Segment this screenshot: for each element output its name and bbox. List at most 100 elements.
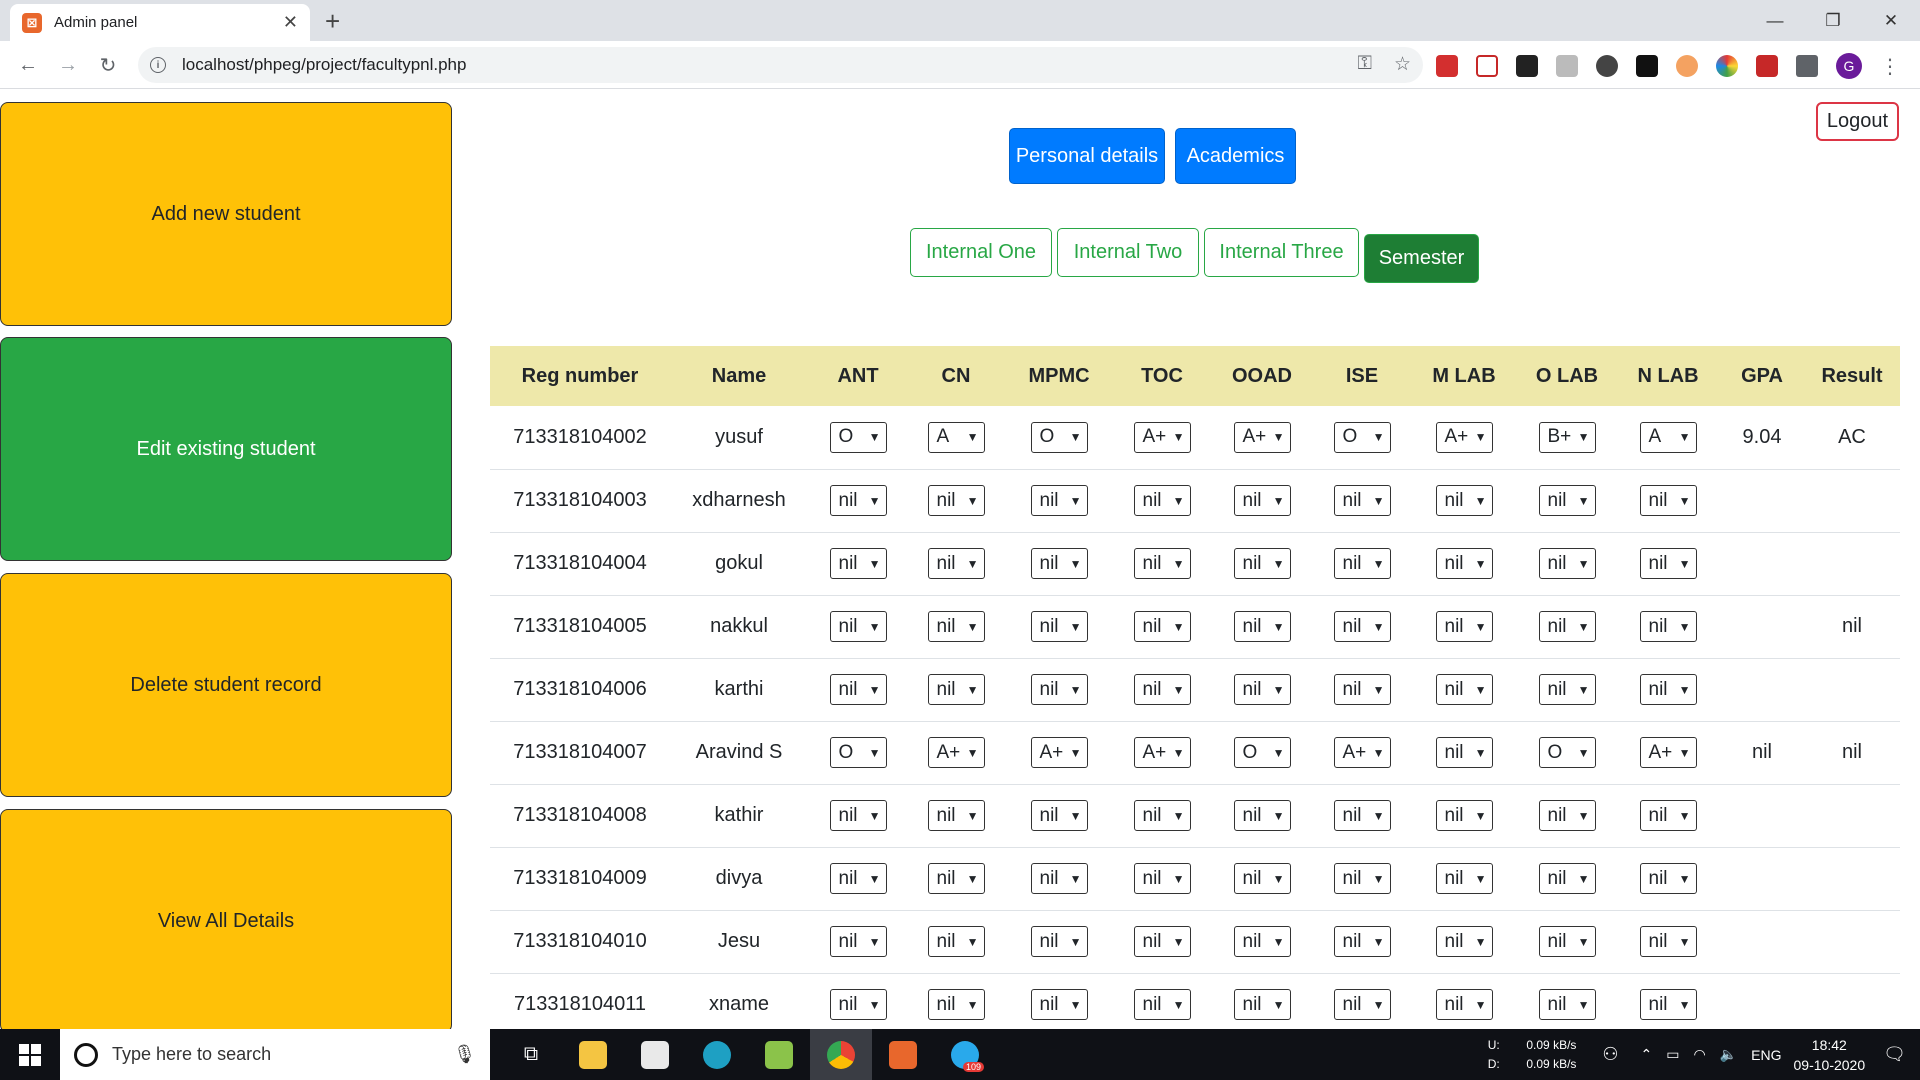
grade-select[interactable]: nil ▼ (1333, 926, 1391, 957)
personal-details-button[interactable]: Personal details (1009, 128, 1165, 184)
internal-three-button[interactable]: Internal Three (1204, 228, 1359, 277)
grade-select[interactable]: nil ▼ (1233, 611, 1291, 642)
grade-select[interactable]: O ▼ (829, 737, 887, 768)
grade-select[interactable]: A+ ▼ (1133, 421, 1191, 453)
star-icon[interactable]: ☆ (1394, 53, 1411, 76)
h-extension-icon[interactable] (1636, 55, 1658, 77)
grade-select[interactable]: B+ ▼ (1538, 421, 1596, 453)
grade-select[interactable]: O ▼ (1030, 421, 1088, 453)
grade-select[interactable]: A+ ▼ (1435, 421, 1493, 453)
grade-select[interactable]: nil ▼ (1333, 989, 1391, 1020)
grade-select[interactable]: nil ▼ (1333, 611, 1391, 642)
grade-select[interactable]: nil ▼ (1639, 548, 1697, 579)
grade-select[interactable]: nil ▼ (1233, 926, 1291, 957)
notepad-icon[interactable] (748, 1029, 810, 1080)
grade-select[interactable]: O ▼ (1333, 421, 1391, 453)
grade-select[interactable]: nil ▼ (829, 863, 887, 894)
grade-select[interactable]: A ▼ (1639, 421, 1697, 453)
grade-select[interactable]: nil ▼ (1639, 926, 1697, 957)
grade-select[interactable]: nil ▼ (1133, 485, 1191, 516)
grade-select[interactable]: nil ▼ (1639, 674, 1697, 705)
grade-select[interactable]: nil ▼ (1333, 548, 1391, 579)
grade-select[interactable]: nil ▼ (1538, 800, 1596, 831)
grade-select[interactable]: nil ▼ (1639, 611, 1697, 642)
close-icon[interactable]: ✕ (283, 12, 298, 33)
grade-select[interactable]: nil ▼ (1030, 989, 1088, 1020)
grade-select[interactable]: nil ▼ (1233, 548, 1291, 579)
grade-select[interactable]: nil ▼ (927, 926, 985, 957)
view-all-button[interactable]: View All Details (0, 809, 452, 1029)
reload-icon[interactable]: ↻ (92, 49, 124, 81)
grade-select[interactable]: nil ▼ (1639, 989, 1697, 1020)
grade-select[interactable]: nil ▼ (1233, 674, 1291, 705)
orange-extension-icon[interactable] (1676, 55, 1698, 77)
grade-select[interactable]: nil ▼ (1030, 485, 1088, 516)
grade-select[interactable]: nil ▼ (1435, 737, 1493, 768)
grade-select[interactable]: O ▼ (1538, 737, 1596, 768)
grade-select[interactable]: nil ▼ (927, 989, 985, 1020)
people-icon[interactable]: ⚇ (1602, 1044, 1618, 1065)
internal-two-button[interactable]: Internal Two (1057, 228, 1199, 277)
grade-select[interactable]: nil ▼ (1333, 800, 1391, 831)
grade-select[interactable]: nil ▼ (927, 485, 985, 516)
grade-select[interactable]: nil ▼ (1133, 548, 1191, 579)
grade-select[interactable]: nil ▼ (1233, 485, 1291, 516)
java-extension-icon[interactable] (1556, 55, 1578, 77)
grade-select[interactable]: nil ▼ (1030, 611, 1088, 642)
grade-select[interactable]: nil ▼ (1435, 926, 1493, 957)
grade-select[interactable]: A+ ▼ (1030, 737, 1088, 768)
grade-select[interactable]: nil ▼ (927, 674, 985, 705)
grade-select[interactable]: nil ▼ (1133, 674, 1191, 705)
g-extension-icon[interactable] (1596, 55, 1618, 77)
grade-select[interactable]: A+ ▼ (1233, 421, 1291, 453)
grade-select[interactable]: A ▼ (927, 421, 985, 453)
grade-select[interactable]: nil ▼ (1435, 548, 1493, 579)
grade-select[interactable]: nil ▼ (1030, 674, 1088, 705)
telegram-icon[interactable]: 109 (934, 1029, 996, 1080)
edge-icon[interactable] (686, 1029, 748, 1080)
grade-select[interactable]: A+ ▼ (927, 737, 985, 768)
grade-select[interactable]: nil ▼ (1233, 863, 1291, 894)
semester-button[interactable]: Semester (1364, 234, 1479, 283)
grade-select[interactable]: O ▼ (1233, 737, 1291, 768)
grade-select[interactable]: nil ▼ (1030, 800, 1088, 831)
shield-extension-icon[interactable] (1436, 55, 1458, 77)
minimize-icon[interactable]: — (1746, 0, 1804, 41)
grade-select[interactable]: nil ▼ (1233, 800, 1291, 831)
task-view-icon[interactable]: ⧉ (500, 1029, 562, 1080)
grade-select[interactable]: nil ▼ (829, 674, 887, 705)
grade-select[interactable]: O ▼ (829, 421, 887, 453)
info-icon[interactable]: i (150, 57, 166, 73)
grade-select[interactable]: nil ▼ (1333, 674, 1391, 705)
new-tab-icon[interactable]: + (325, 6, 340, 37)
browser-tab[interactable]: ⊠ Admin panel ✕ (10, 4, 310, 41)
grade-select[interactable]: nil ▼ (1030, 926, 1088, 957)
grade-select[interactable]: nil ▼ (1538, 989, 1596, 1020)
xampp-taskbar-icon[interactable] (872, 1029, 934, 1080)
grade-select[interactable]: nil ▼ (1538, 611, 1596, 642)
grade-select[interactable]: nil ▼ (1133, 800, 1191, 831)
grade-select[interactable]: nil ▼ (829, 485, 887, 516)
grade-select[interactable]: nil ▼ (1538, 863, 1596, 894)
clock[interactable]: 18:42 09-10-2020 (1794, 1035, 1866, 1075)
taskbar-search[interactable]: Type here to search 🎙 (60, 1029, 490, 1080)
grade-select[interactable]: nil ▼ (1435, 989, 1493, 1020)
grade-select[interactable]: nil ▼ (1030, 548, 1088, 579)
grade-select[interactable]: A+ ▼ (1639, 737, 1697, 768)
chevron-up-icon[interactable]: ⌃ (1641, 1046, 1653, 1063)
grade-select[interactable]: nil ▼ (1333, 485, 1391, 516)
chrome-icon[interactable] (810, 1029, 872, 1080)
grade-select[interactable]: nil ▼ (927, 548, 985, 579)
grade-select[interactable]: A+ ▼ (1133, 737, 1191, 768)
add-student-button[interactable]: Add new student (0, 102, 452, 326)
key-icon[interactable]: ⚿ (1357, 53, 1371, 76)
volume-icon[interactable]: 🔈 (1720, 1046, 1737, 1063)
grade-select[interactable]: nil ▼ (1538, 926, 1596, 957)
grade-select[interactable]: nil ▼ (1639, 485, 1697, 516)
grade-select[interactable]: nil ▼ (829, 989, 887, 1020)
grade-select[interactable]: nil ▼ (1538, 485, 1596, 516)
grade-select[interactable]: nil ▼ (1639, 863, 1697, 894)
grade-select[interactable]: nil ▼ (1538, 548, 1596, 579)
language-indicator[interactable]: ENG (1751, 1047, 1781, 1063)
grade-select[interactable]: nil ▼ (1333, 863, 1391, 894)
